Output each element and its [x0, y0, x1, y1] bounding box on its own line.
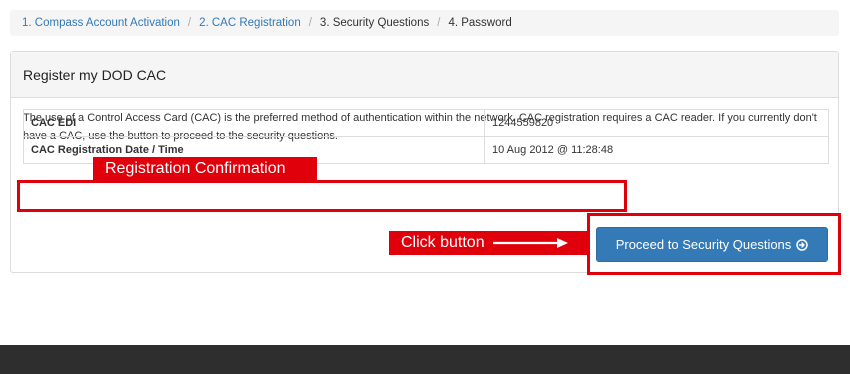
- arrow-circle-right-icon: [796, 238, 809, 251]
- breadcrumb-separator: /: [187, 17, 192, 29]
- breadcrumb-step-cac-registration[interactable]: 2. CAC Registration: [199, 17, 301, 29]
- breadcrumb-separator: /: [308, 17, 312, 29]
- proceed-button-label: Proceed to Security Questions: [615, 237, 792, 252]
- cac-edi-label: CAC EDI: [23, 109, 485, 137]
- panel-title: Register my DOD CAC: [23, 66, 167, 83]
- registration-datetime-value: 10 Aug 2012 @ 11:28:48: [484, 136, 829, 164]
- cac-edi-value: 1244559820: [484, 109, 829, 137]
- click-button-callout-text: Click button: [401, 234, 485, 251]
- breadcrumb-step-security-questions: 3. Security Questions: [319, 17, 430, 29]
- page-footer: [0, 345, 850, 374]
- breadcrumb-step-password: 4. Password: [448, 17, 512, 29]
- registration-confirmation-callout: Registration Confirmation: [93, 157, 317, 180]
- table-row: CAC EDI 1244559820: [23, 109, 829, 137]
- breadcrumb-separator: /: [437, 17, 441, 29]
- breadcrumb-step-account-activation[interactable]: 1. Compass Account Activation: [22, 17, 180, 29]
- click-button-callout: Click button: [389, 231, 589, 255]
- cac-info-table: CAC EDI 1244559820 CAC Registration Date…: [23, 109, 829, 164]
- breadcrumb: 1. Compass Account Activation / 2. CAC R…: [10, 10, 839, 36]
- panel-heading: Register my DOD CAC: [11, 52, 838, 98]
- arrow-right-icon: [492, 237, 569, 249]
- proceed-to-security-questions-button[interactable]: Proceed to Security Questions: [596, 227, 828, 262]
